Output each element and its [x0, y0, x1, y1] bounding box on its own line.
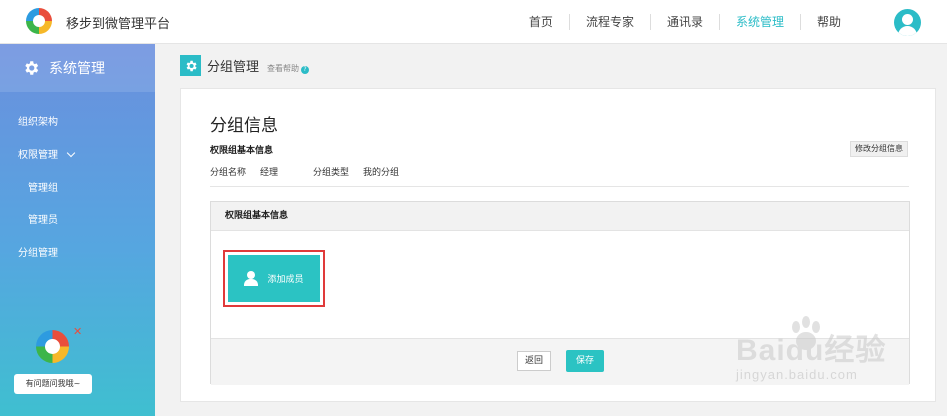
back-button[interactable]: 返回	[517, 351, 551, 371]
nav-home[interactable]: 首页	[513, 14, 569, 30]
avatar-body	[898, 26, 917, 36]
user-icon-body	[244, 279, 259, 286]
close-icon[interactable]: ✕	[73, 325, 82, 338]
nav-workflow-expert[interactable]: 流程专家	[568, 14, 650, 30]
nav-system-management[interactable]: 系统管理	[718, 14, 800, 30]
edit-group-button[interactable]: 修改分组信息	[850, 141, 908, 157]
group-name-value: 经理	[260, 168, 279, 178]
sidebar-header: 系统管理	[0, 44, 155, 92]
sidebar-item-org-structure[interactable]: 组织架构	[18, 113, 58, 128]
baidu-watermark: Baidu经验 jingyan.baidu.com	[736, 315, 926, 395]
question-icon: ?	[301, 66, 310, 74]
add-member-label: 添加成员	[267, 275, 304, 285]
main-nav: 首页 流程专家 通讯录 系统管理 帮助	[513, 14, 857, 30]
watermark-url: jingyan.baidu.com	[736, 367, 858, 382]
chevron-down-icon	[66, 148, 76, 158]
basic-info-label: 权限组基本信息	[210, 146, 274, 156]
nav-contacts[interactable]: 通讯录	[649, 14, 719, 30]
group-name-label: 分组名称	[210, 168, 247, 178]
gear-icon	[25, 61, 39, 75]
page-title: 分组管理	[207, 60, 260, 75]
highlight-frame: 添加成员	[223, 250, 325, 307]
user-avatar[interactable]	[894, 9, 921, 36]
avatar-head	[902, 14, 913, 25]
add-member-button[interactable]: 添加成员	[228, 255, 320, 302]
user-icon	[244, 271, 259, 286]
sidebar-item-label: 权限管理	[18, 150, 58, 161]
group-type-value: 我的分组	[363, 168, 400, 178]
watermark-brand: Baidu经验	[736, 334, 887, 367]
sidebar-item-admin-group[interactable]: 管理组	[28, 179, 58, 194]
top-bar: 移步到微管理平台 首页 流程专家 通讯录 系统管理 帮助	[0, 0, 947, 44]
app-title: 移步到微管理平台	[66, 17, 171, 32]
user-icon-head	[247, 271, 256, 279]
help-bubble[interactable]: 有问题问我哦~	[14, 374, 92, 394]
sidebar-item-admin[interactable]: 管理员	[28, 211, 58, 226]
sidebar-item-group-management[interactable]: 分组管理	[18, 244, 58, 259]
gear-icon	[180, 55, 201, 76]
sidebar: 系统管理 组织架构 权限管理 管理组 管理员 分组管理 ✕ 有问题问我哦~	[0, 44, 155, 416]
group-type-label: 分组类型	[313, 168, 350, 178]
sidebar-item-permission-management[interactable]: 权限管理	[18, 146, 76, 161]
section-title: 分组信息	[210, 116, 278, 136]
permission-box-header: 权限组基本信息	[211, 202, 909, 231]
view-help-link[interactable]: 查看帮助?	[267, 63, 310, 74]
help-assistant-icon[interactable]	[36, 330, 69, 363]
page-header: 分组管理 查看帮助?	[180, 55, 310, 76]
save-button[interactable]: 保存	[566, 350, 604, 372]
nav-help[interactable]: 帮助	[799, 14, 857, 30]
view-help-label: 查看帮助	[267, 64, 300, 73]
sidebar-title: 系统管理	[49, 61, 105, 77]
app-logo[interactable]	[26, 8, 52, 34]
divider	[210, 186, 909, 187]
